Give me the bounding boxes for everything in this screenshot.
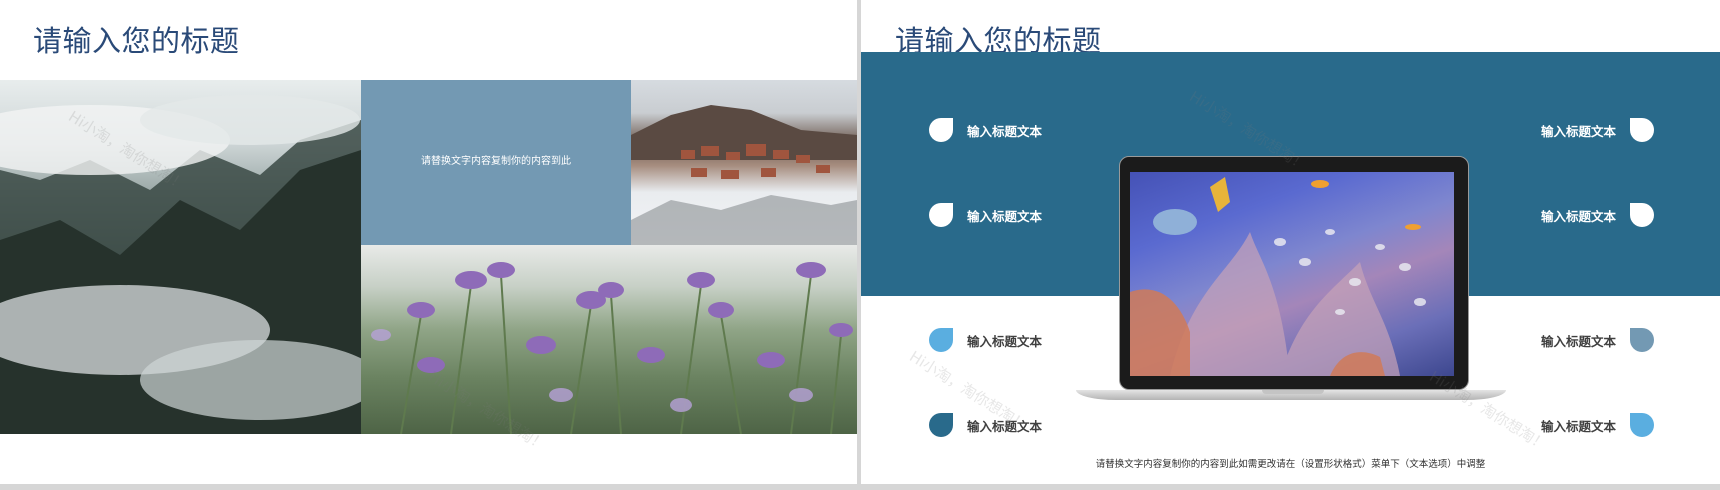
feature-label: 输入标题文本 (1540, 418, 1616, 434)
caption-text: 请替换文字内容复制你的内容到此 (421, 156, 571, 167)
slide-1: 请输入您的标题 请替换文字内容复制你的内容到此 Hi小淘，淘你想淘！ Hi小淘，… (0, 0, 857, 484)
feature-item: 输入标题文本 (1541, 203, 1654, 227)
drop-icon (929, 118, 953, 142)
feature-label: 输入标题文本 (967, 333, 1043, 349)
slide-1-title: 请输入您的标题 (33, 24, 240, 58)
mountain-mist-photo (0, 80, 361, 434)
feature-item: 输入标题文本 (1541, 118, 1654, 142)
laptop-notch (1262, 390, 1324, 394)
header-band (861, 52, 1720, 296)
drop-icon (1630, 203, 1654, 227)
feature-item: 输入标题文本 (929, 328, 1042, 352)
watermark: Hi小淘，淘你想淘！ (1426, 367, 1551, 455)
feature-item: 输入标题文本 (1541, 413, 1654, 437)
feature-item: 输入标题文本 (929, 118, 1042, 142)
snow-village-photo (631, 80, 857, 245)
feature-item: 输入标题文本 (1541, 328, 1654, 352)
feature-label: 输入标题文本 (1540, 208, 1616, 224)
feature-label: 输入标题文本 (1540, 333, 1616, 349)
drop-icon (1630, 328, 1654, 352)
caption-box: 请替换文字内容复制你的内容到此 (361, 80, 631, 245)
drop-icon (929, 203, 953, 227)
drop-icon (929, 328, 953, 352)
drop-icon (929, 413, 953, 437)
footer-note: 请替换文字内容复制你的内容到此如需更改请在（设置形状格式）菜单下（文本选项）中调… (1095, 459, 1486, 470)
feature-label: 输入标题文本 (967, 123, 1043, 139)
slide-2: 请输入您的标题 输入标题文本 输入标题文本 输入标题文本 输入标题文本 输入标题… (861, 0, 1720, 484)
feature-item: 输入标题文本 (929, 203, 1042, 227)
drop-icon (1630, 118, 1654, 142)
feature-label: 输入标题文本 (1540, 123, 1616, 139)
feature-label: 输入标题文本 (967, 208, 1043, 224)
drop-icon (1630, 413, 1654, 437)
lavender-photo (361, 245, 857, 434)
